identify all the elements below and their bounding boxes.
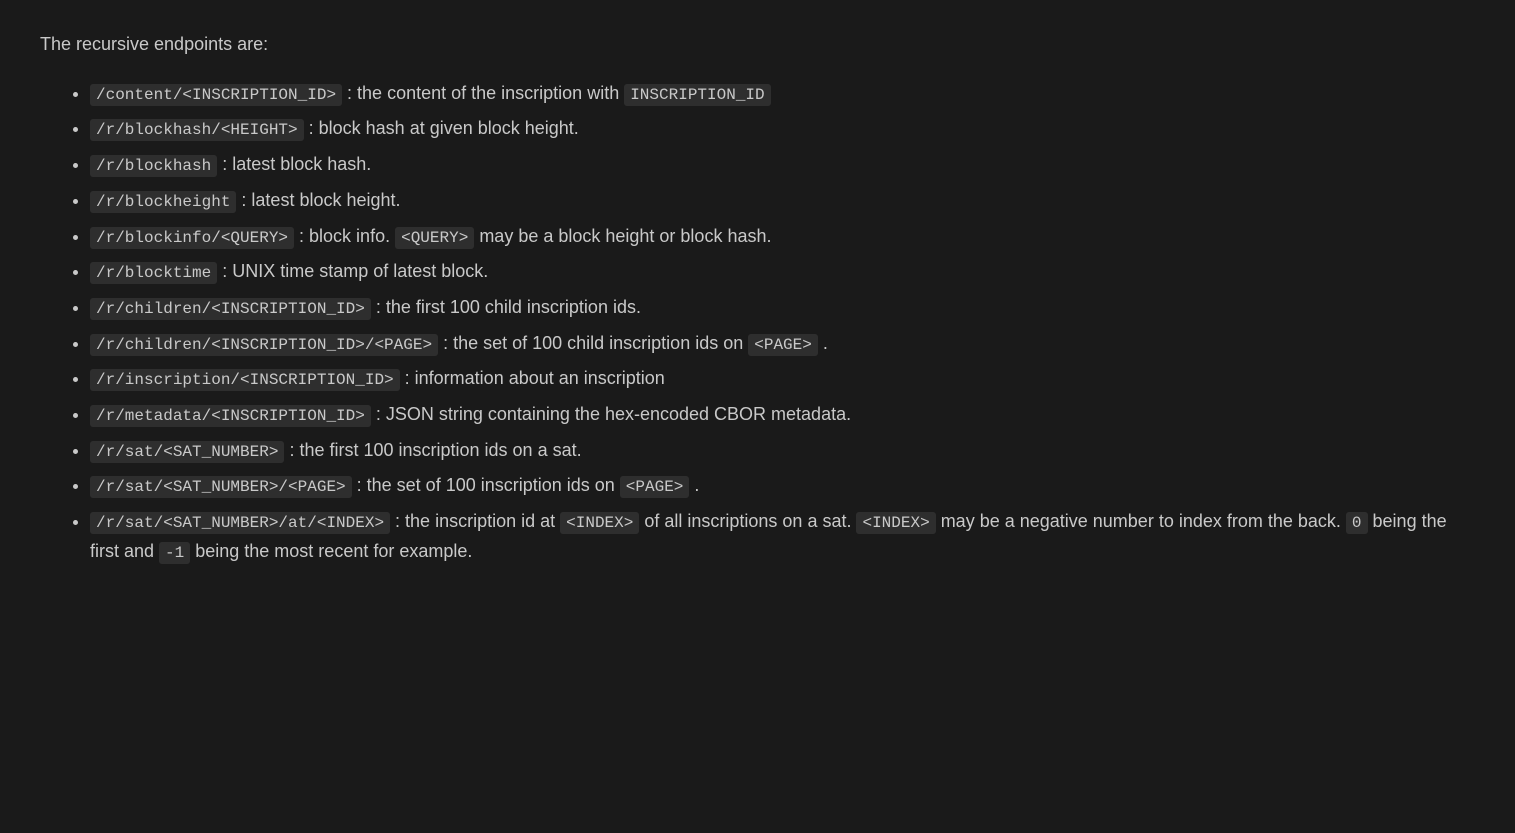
list-item-item-metadata: /r/metadata/<INSCRIPTION_ID> : JSON stri… xyxy=(90,400,1475,430)
list-item-item-blockhash-height: /r/blockhash/<HEIGHT> : block hash at gi… xyxy=(90,114,1475,144)
list-item-item-content: /content/<INSCRIPTION_ID> : the content … xyxy=(90,79,1475,109)
item-text: : the inscription id at xyxy=(390,511,560,531)
list-item-item-blockhash: /r/blockhash : latest block hash. xyxy=(90,150,1475,180)
code-snippet: <PAGE> xyxy=(748,334,818,356)
list-item-item-blockheight: /r/blockheight : latest block height. xyxy=(90,186,1475,216)
code-snippet: /r/inscription/<INSCRIPTION_ID> xyxy=(90,369,400,391)
item-text: : UNIX time stamp of latest block. xyxy=(217,261,488,281)
code-snippet: <PAGE> xyxy=(620,476,690,498)
code-snippet: -1 xyxy=(159,542,190,564)
code-snippet: /r/children/<INSCRIPTION_ID> xyxy=(90,298,371,320)
code-snippet: /r/blocktime xyxy=(90,262,217,284)
code-snippet: <INDEX> xyxy=(856,512,935,534)
item-text: . xyxy=(818,333,828,353)
item-text: : block info. xyxy=(294,226,395,246)
list-item-item-blocktime: /r/blocktime : UNIX time stamp of latest… xyxy=(90,257,1475,287)
list-item-item-inscription: /r/inscription/<INSCRIPTION_ID> : inform… xyxy=(90,364,1475,394)
item-text: : the content of the inscription with xyxy=(342,83,624,103)
item-text: : the first 100 inscription ids on a sat… xyxy=(284,440,581,460)
code-snippet: /r/blockinfo/<QUERY> xyxy=(90,227,294,249)
item-text: : latest block height. xyxy=(236,190,400,210)
list-item-item-children: /r/children/<INSCRIPTION_ID> : the first… xyxy=(90,293,1475,323)
code-snippet: /r/blockhash xyxy=(90,155,217,177)
item-text: . xyxy=(689,475,699,495)
item-text: : the set of 100 child inscription ids o… xyxy=(438,333,748,353)
item-text: being the most recent for example. xyxy=(190,541,472,561)
code-snippet: /r/blockhash/<HEIGHT> xyxy=(90,119,304,141)
item-text: : JSON string containing the hex-encoded… xyxy=(371,404,851,424)
code-snippet: /r/sat/<SAT_NUMBER>/at/<INDEX> xyxy=(90,512,390,534)
code-snippet: /r/sat/<SAT_NUMBER> xyxy=(90,441,284,463)
code-snippet: /r/sat/<SAT_NUMBER>/<PAGE> xyxy=(90,476,352,498)
endpoints-list: /content/<INSCRIPTION_ID> : the content … xyxy=(40,79,1475,567)
code-snippet: /r/blockheight xyxy=(90,191,236,213)
list-item-item-blockinfo: /r/blockinfo/<QUERY> : block info. <QUER… xyxy=(90,222,1475,252)
item-text: may be a block height or block hash. xyxy=(474,226,771,246)
item-text: : the set of 100 inscription ids on xyxy=(352,475,620,495)
item-text: of all inscriptions on a sat. xyxy=(639,511,856,531)
list-item-item-sat: /r/sat/<SAT_NUMBER> : the first 100 insc… xyxy=(90,436,1475,466)
code-snippet: 0 xyxy=(1346,512,1368,534)
item-text: may be a negative number to index from t… xyxy=(936,511,1346,531)
list-item-item-sat-page: /r/sat/<SAT_NUMBER>/<PAGE> : the set of … xyxy=(90,471,1475,501)
code-snippet: /r/metadata/<INSCRIPTION_ID> xyxy=(90,405,371,427)
list-item-item-children-page: /r/children/<INSCRIPTION_ID>/<PAGE> : th… xyxy=(90,329,1475,359)
list-item-item-sat-at-index: /r/sat/<SAT_NUMBER>/at/<INDEX> : the ins… xyxy=(90,507,1475,566)
item-text: : the first 100 child inscription ids. xyxy=(371,297,641,317)
code-snippet: <INDEX> xyxy=(560,512,639,534)
code-snippet: /content/<INSCRIPTION_ID> xyxy=(90,84,342,106)
code-snippet: INSCRIPTION_ID xyxy=(624,84,770,106)
item-text: : information about an inscription xyxy=(400,368,665,388)
code-snippet: <QUERY> xyxy=(395,227,474,249)
item-text: : block hash at given block height. xyxy=(304,118,579,138)
intro-text: The recursive endpoints are: xyxy=(40,30,1475,59)
code-snippet: /r/children/<INSCRIPTION_ID>/<PAGE> xyxy=(90,334,438,356)
item-text: : latest block hash. xyxy=(217,154,371,174)
